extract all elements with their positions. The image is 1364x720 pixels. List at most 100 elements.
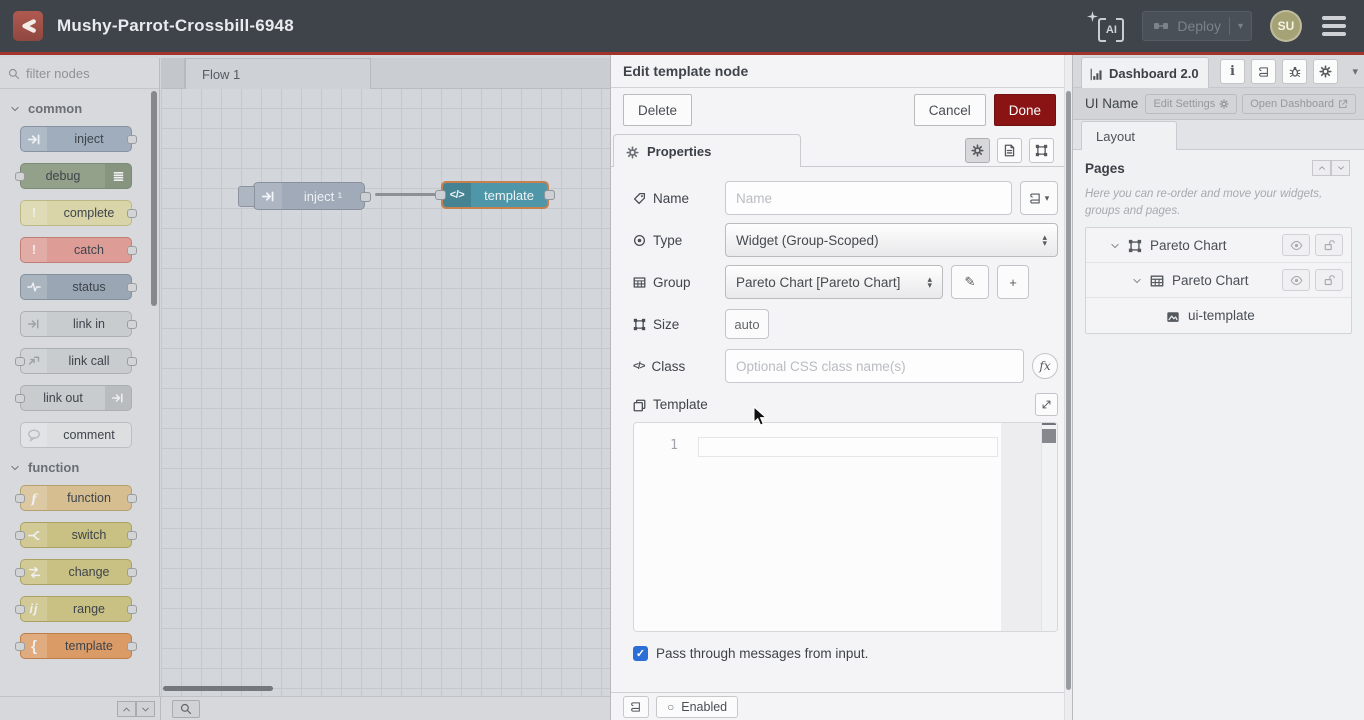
inject-icon xyxy=(21,127,47,151)
library-button[interactable] xyxy=(623,696,649,718)
lock-toggle-button[interactable] xyxy=(1315,234,1343,256)
output-port[interactable] xyxy=(360,192,371,202)
passthrough-label: Pass through messages from input. xyxy=(656,646,868,661)
dialog-scrollbar-thumb[interactable] xyxy=(1066,91,1071,690)
gear-icon xyxy=(1219,99,1229,109)
enabled-state-icon: ○ xyxy=(667,700,674,714)
palette-scroll-up-button[interactable] xyxy=(117,701,136,717)
palette-search[interactable]: filter nodes xyxy=(0,58,159,89)
palette-category-common[interactable]: common xyxy=(10,101,159,116)
type-select[interactable]: Widget (Group-Scoped) ▴▾ xyxy=(725,223,1058,257)
visibility-toggle-button[interactable] xyxy=(1282,234,1310,256)
flow-tab[interactable]: Flow 1 xyxy=(185,58,371,89)
deploy-button[interactable]: Deploy ▾ xyxy=(1142,11,1252,41)
dialog-title: Edit template node xyxy=(611,55,1072,88)
palette-node-range[interactable]: ij range xyxy=(20,596,132,622)
class-input[interactable] xyxy=(725,349,1024,383)
user-avatar[interactable]: SU xyxy=(1270,10,1302,42)
name-library-button[interactable]: ▾ xyxy=(1020,181,1058,215)
palette-node-catch[interactable]: ! catch xyxy=(20,237,132,263)
config-nodes-tab-button[interactable] xyxy=(1313,59,1338,84)
main-menu-button[interactable] xyxy=(1320,12,1348,40)
palette-node-link-call[interactable]: link call xyxy=(20,348,132,374)
delete-button[interactable]: Delete xyxy=(623,94,692,126)
deploy-caret-icon[interactable]: ▾ xyxy=(1238,21,1243,32)
chevron-down-icon[interactable] xyxy=(1132,273,1142,288)
tree-row-widget-ui-template[interactable]: ui-template xyxy=(1086,298,1351,333)
tree-row-page-pareto-chart[interactable]: Pareto Chart xyxy=(1086,228,1351,263)
catch-icon: ! xyxy=(21,238,47,262)
name-input[interactable] xyxy=(725,181,1012,215)
tab-properties-label: Properties xyxy=(647,144,711,159)
palette-node-change[interactable]: change xyxy=(20,559,132,585)
type-select-value: Widget (Group-Scoped) xyxy=(736,233,879,248)
palette-node-inject[interactable]: inject xyxy=(20,126,132,152)
wire[interactable] xyxy=(375,193,443,196)
palette-node-link-in[interactable]: link in xyxy=(20,311,132,337)
palette-node-switch[interactable]: switch xyxy=(20,522,132,548)
output-port[interactable] xyxy=(544,190,555,200)
ai-assistant-button[interactable]: AI xyxy=(1090,10,1124,42)
palette-node-complete[interactable]: ! complete xyxy=(20,200,132,226)
palette-node-link-out[interactable]: link out xyxy=(20,385,132,411)
node-enabled-toggle[interactable]: ○ Enabled xyxy=(656,696,738,718)
dialog-tabbar: Properties xyxy=(611,134,1072,167)
output-port xyxy=(127,494,137,503)
palette-node-status[interactable]: status xyxy=(20,274,132,300)
properties-view-button[interactable] xyxy=(965,138,990,163)
size-auto-button[interactable]: auto xyxy=(725,309,769,339)
cancel-button[interactable]: Cancel xyxy=(914,94,986,126)
add-group-button[interactable]: + xyxy=(997,265,1029,299)
expand-editor-button[interactable] xyxy=(1035,393,1058,416)
palette-node-comment[interactable]: comment xyxy=(20,422,132,448)
palette-scroll-down-button[interactable] xyxy=(136,701,155,717)
canvas-horizontal-scrollbar[interactable] xyxy=(163,686,273,691)
palette-search-placeholder: filter nodes xyxy=(26,66,90,81)
tree-row-group-pareto-chart[interactable]: Pareto Chart xyxy=(1086,263,1351,298)
palette-scrollbar[interactable] xyxy=(151,91,157,306)
canvas-node-inject[interactable]: inject ¹ xyxy=(253,182,365,210)
tab-layout[interactable]: Layout xyxy=(1081,121,1177,150)
lock-toggle-button[interactable] xyxy=(1315,269,1343,291)
tab-properties[interactable]: Properties xyxy=(613,134,801,167)
open-dashboard-button[interactable]: Open Dashboard xyxy=(1242,94,1356,114)
group-select[interactable]: Pareto Chart [Pareto Chart] ▴▾ xyxy=(725,265,943,299)
editor-scrollbar[interactable] xyxy=(1041,423,1057,631)
visibility-toggle-button[interactable] xyxy=(1282,269,1310,291)
info-tab-button[interactable]: i xyxy=(1220,59,1245,84)
editor-scrollbar-thumb[interactable] xyxy=(1042,429,1056,443)
edit-group-button[interactable]: ✎ xyxy=(951,265,989,299)
editor-minimap[interactable] xyxy=(1001,423,1041,631)
appearance-view-button[interactable] xyxy=(1029,138,1054,163)
output-port xyxy=(127,642,137,651)
edit-settings-button[interactable]: Edit Settings xyxy=(1145,94,1237,114)
move-up-button[interactable] xyxy=(1312,160,1331,176)
input-port[interactable] xyxy=(435,190,446,200)
sidebar-tab-menu-caret[interactable]: ▾ xyxy=(1352,65,1358,78)
canvas-node-label: template xyxy=(471,188,547,203)
tab-dashboard[interactable]: Dashboard 2.0 xyxy=(1081,57,1209,88)
template-field-label: Template xyxy=(633,397,708,412)
help-tab-button[interactable] xyxy=(1251,59,1276,84)
class-field-label: </> Class xyxy=(633,359,725,374)
inject-trigger-button[interactable] xyxy=(238,186,255,207)
class-expression-button[interactable]: fx xyxy=(1032,353,1058,379)
canvas-node-template-selected[interactable]: </> template xyxy=(441,181,549,209)
move-down-button[interactable] xyxy=(1331,160,1350,176)
flow-canvas[interactable]: Flow 1 inject ¹ </> template xyxy=(161,58,610,696)
palette-node-function[interactable]: f function xyxy=(20,485,132,511)
tree-item-label: ui-template xyxy=(1188,308,1255,323)
canvas-search-button[interactable] xyxy=(172,700,200,718)
debug-icon xyxy=(105,164,131,188)
template-code-editor[interactable]: 1 xyxy=(633,422,1058,632)
dialog-scrollbar[interactable] xyxy=(1064,55,1072,720)
passthrough-checkbox[interactable]: ✓ xyxy=(633,646,648,661)
palette-node-debug[interactable]: debug xyxy=(20,163,132,189)
done-button[interactable]: Done xyxy=(994,94,1056,126)
palette-node-template[interactable]: { template xyxy=(20,633,132,659)
chevron-down-icon[interactable] xyxy=(1110,238,1120,253)
code-icon: </> xyxy=(633,361,644,372)
palette-category-function[interactable]: function xyxy=(10,460,159,475)
debug-tab-button[interactable] xyxy=(1282,59,1307,84)
description-view-button[interactable] xyxy=(997,138,1022,163)
